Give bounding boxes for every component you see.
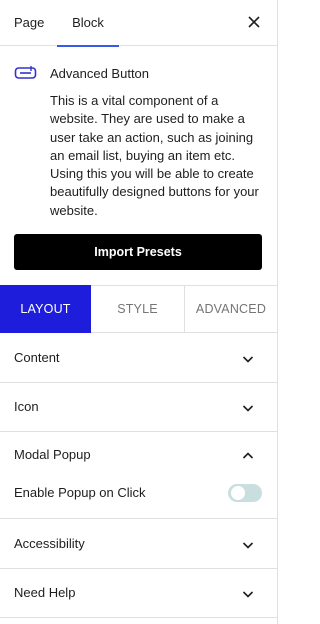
settings-tabs: LAYOUT STYLE ADVANCED xyxy=(0,285,277,333)
toggle-knob xyxy=(231,486,245,500)
panel-accessibility-label: Accessibility xyxy=(14,536,85,551)
panel-accessibility[interactable]: Accessibility xyxy=(0,520,277,569)
tab-style[interactable]: STYLE xyxy=(91,285,185,333)
panel-need-help-label: Need Help xyxy=(14,585,76,600)
panel-icon[interactable]: Icon xyxy=(0,383,277,432)
chevron-down-icon xyxy=(240,586,256,602)
panel-need-help[interactable]: Need Help xyxy=(0,569,277,618)
chevron-down-icon xyxy=(240,351,256,367)
block-title: Advanced Button xyxy=(50,66,150,81)
enable-popup-label: Enable Popup on Click xyxy=(14,485,146,500)
block-settings-sidebar: Page Block Advanced Button This is a vit… xyxy=(0,0,278,624)
advanced-button-icon xyxy=(14,65,38,81)
panel-icon-label: Icon xyxy=(14,399,39,414)
chevron-down-icon xyxy=(240,400,256,416)
enable-popup-toggle[interactable] xyxy=(228,484,262,502)
panel-modal-popup: Modal Popup Enable Popup on Click xyxy=(0,431,277,519)
panel-modal-popup-label: Modal Popup xyxy=(14,447,91,462)
sidebar-tabs: Page Block xyxy=(0,0,277,47)
panel-content-label: Content xyxy=(14,350,60,365)
close-icon[interactable] xyxy=(244,12,264,32)
chevron-down-icon xyxy=(240,537,256,553)
tab-block[interactable]: Block xyxy=(57,0,119,47)
tab-layout[interactable]: LAYOUT xyxy=(0,285,91,333)
panel-content[interactable]: Content xyxy=(0,334,277,383)
enable-popup-row: Enable Popup on Click xyxy=(0,479,277,509)
block-description: This is a vital component of a website. … xyxy=(50,93,259,218)
tab-advanced[interactable]: ADVANCED xyxy=(185,285,277,333)
tab-page[interactable]: Page xyxy=(14,0,48,46)
chevron-up-icon xyxy=(240,448,256,464)
import-presets-button[interactable]: Import Presets xyxy=(14,234,262,270)
panel-modal-popup-header[interactable]: Modal Popup xyxy=(0,431,277,479)
